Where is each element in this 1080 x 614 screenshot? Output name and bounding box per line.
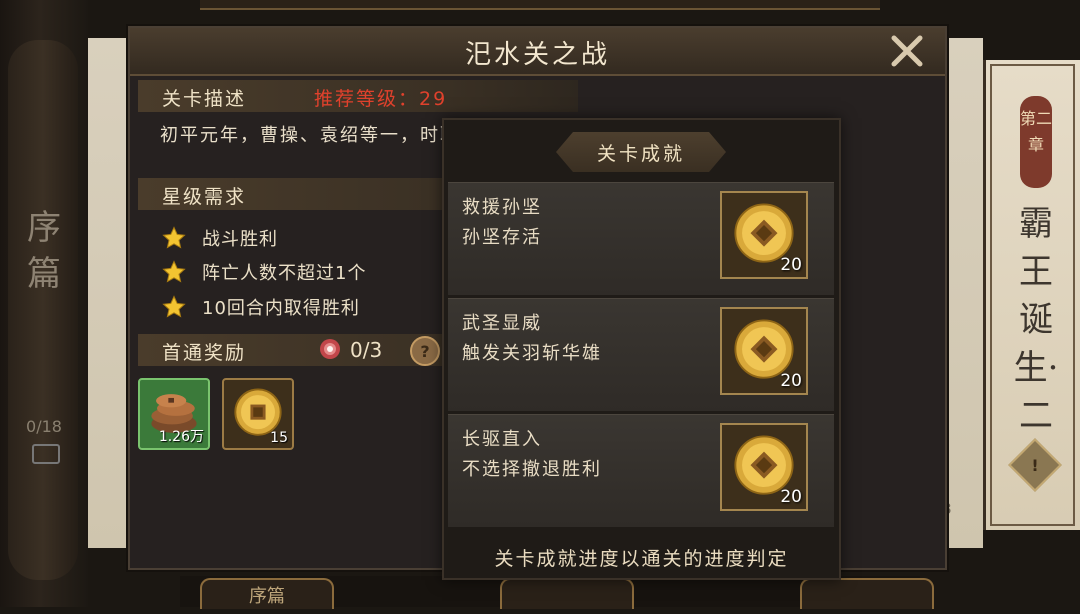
achievement-desc: 孙坚存活 [462, 227, 542, 248]
star-requirement-text: 阵亡人数不超过1个 [202, 263, 367, 284]
achievement-desc: 不选择撤退胜利 [462, 459, 602, 480]
reward-gold-coin[interactable]: 15 [222, 378, 294, 450]
right-chapter-badge: 第二章 [1020, 96, 1052, 188]
achievement-reward[interactable]: 20 [720, 307, 808, 395]
scroll-rod [8, 40, 78, 580]
first-clear-reward-label: 首通奖励 [162, 342, 247, 364]
close-icon [891, 35, 923, 67]
achievement-card: 救援孙坚 孙坚存活 20 [448, 182, 834, 295]
first-clear-progress: 0/3 [350, 338, 383, 362]
achievement-reward[interactable]: 20 [720, 191, 808, 279]
achievement-reward[interactable]: 20 [720, 423, 808, 511]
help-button[interactable]: ? [410, 336, 440, 366]
star-requirement-text: 战斗胜利 [202, 229, 278, 250]
star-icon [162, 295, 186, 318]
gem-icon [320, 339, 340, 359]
star-requirement-3: 10回合内取得胜利 [162, 293, 360, 321]
left-chapter-scroll[interactable] [0, 0, 88, 607]
achievement-card: 武圣显威 触发关羽斩华雄 20 [448, 298, 834, 411]
description-label: 关卡描述 [162, 88, 247, 110]
star-requirement-2: 阵亡人数不超过1个 [162, 258, 366, 286]
star-requirement-text: 10回合内取得胜利 [202, 298, 360, 319]
achievements-footer: 关卡成就进度以通关的进度判定 [494, 548, 789, 570]
star-requirements-label: 星级需求 [162, 186, 247, 208]
achievement-desc: 触发关羽斩华雄 [462, 343, 602, 364]
star-icon [162, 260, 186, 283]
recommended-level: 推荐等级：29 [314, 88, 448, 110]
achievements-title: 关卡成就 [556, 132, 726, 172]
stage-achievements-panel: 关卡成就 救援孙坚 孙坚存活 20 武圣显威 触发关羽斩华雄 20 长驱直入 不… [442, 118, 841, 580]
bottom-tab-2[interactable] [500, 578, 634, 609]
reward-quantity: 20 [780, 255, 802, 275]
star-icon [162, 226, 186, 249]
chest-icon[interactable] [32, 444, 60, 464]
reward-quantity: 1.26万 [158, 429, 204, 445]
reward-quantity: 20 [780, 371, 802, 391]
reward-quantity: 20 [780, 487, 802, 507]
reward-copper-coins[interactable]: 1.26万 [138, 378, 210, 450]
description-bar: 关卡描述 推荐等级：29 [138, 80, 578, 112]
dialog-header: 汜水关之战 [130, 28, 945, 76]
dialog-title: 汜水关之战 [464, 40, 610, 70]
bottom-tab-3[interactable] [800, 578, 934, 609]
achievement-card: 长驱直入 不选择撤退胜利 20 [448, 414, 834, 527]
left-chapter-title[interactable]: 序篇 [22, 205, 66, 297]
top-ornament [200, 0, 880, 10]
reward-quantity: 15 [270, 430, 288, 446]
bottom-tab-prologue[interactable]: 序篇 [200, 578, 334, 609]
achievement-name: 长驱直入 [462, 429, 542, 450]
star-requirement-1: 战斗胜利 [162, 224, 278, 252]
left-chapter-progress: 0/18 [26, 417, 62, 436]
close-button[interactable] [888, 33, 926, 69]
achievement-name: 武圣显威 [462, 313, 542, 334]
right-chapter-title[interactable]: 霸王诞生·二 [1012, 200, 1060, 440]
achievement-name: 救援孙坚 [462, 197, 542, 218]
